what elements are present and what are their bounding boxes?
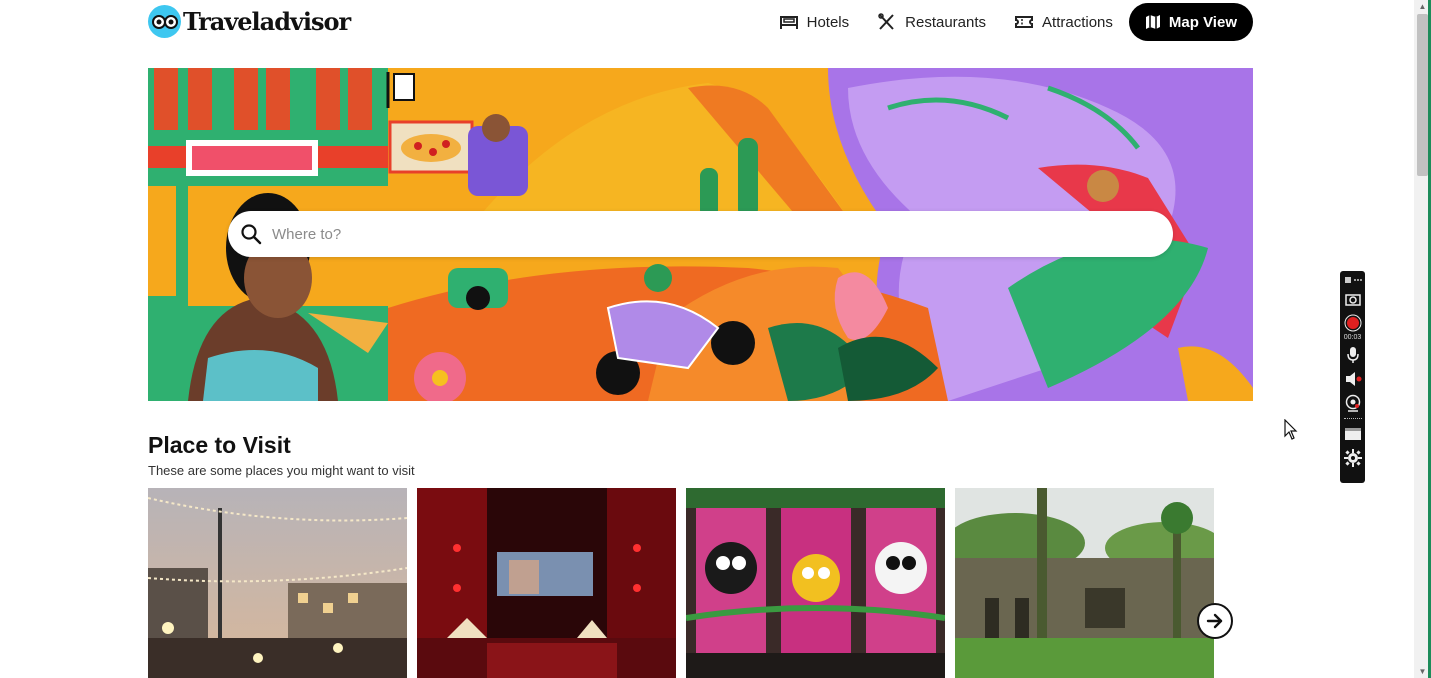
screen-select-button[interactable] <box>1343 423 1363 445</box>
scroll-up-arrow-icon[interactable]: ▲ <box>1418 2 1427 11</box>
header: Traveladvisor Hotels Restaurants Attract… <box>148 0 1253 45</box>
place-card[interactable] <box>686 488 945 678</box>
speaker-icon <box>1345 372 1361 386</box>
webcam-button[interactable] <box>1343 392 1363 414</box>
system-audio-button[interactable] <box>1343 368 1363 390</box>
recorder-menu[interactable] <box>1343 274 1363 286</box>
nav-attractions[interactable]: Attractions <box>1000 3 1127 41</box>
logo-text: Traveladvisor <box>183 7 351 36</box>
nav-restaurants-label: Restaurants <box>905 13 987 31</box>
scroll-thumb[interactable] <box>1417 14 1428 176</box>
hero-banner <box>148 68 1253 401</box>
place-card[interactable] <box>955 488 1214 678</box>
map-icon <box>1145 15 1160 29</box>
webcam-icon <box>1345 394 1360 412</box>
place-image <box>686 488 945 678</box>
place-image <box>417 488 676 678</box>
nav-hotels[interactable]: Hotels <box>765 3 864 41</box>
page: Traveladvisor Hotels Restaurants Attract… <box>0 0 1431 678</box>
window-icon <box>1344 428 1361 440</box>
settings-button[interactable] <box>1343 447 1363 469</box>
section-subtitle: These are some places you might want to … <box>148 463 415 478</box>
search-bar[interactable] <box>228 211 1173 257</box>
search-icon <box>241 224 262 245</box>
scroll-down-arrow-icon[interactable]: ▼ <box>1418 667 1427 676</box>
map-view-button[interactable]: Map View <box>1128 3 1253 41</box>
microphone-button[interactable] <box>1343 344 1363 366</box>
owl-logo-icon <box>148 5 181 38</box>
places-carousel <box>148 488 1215 678</box>
dots-icon <box>1344 277 1362 283</box>
place-card[interactable] <box>417 488 676 678</box>
mouse-cursor-icon <box>1284 419 1298 440</box>
logo[interactable]: Traveladvisor <box>148 5 351 38</box>
microphone-icon <box>1346 347 1359 363</box>
section-title: Place to Visit <box>148 432 291 458</box>
record-button[interactable] <box>1343 312 1363 334</box>
place-image <box>148 488 407 678</box>
carousel-next-button[interactable] <box>1197 603 1233 639</box>
map-view-label: Map View <box>1168 13 1237 31</box>
cutlery-icon <box>878 13 894 30</box>
place-card[interactable] <box>148 488 407 678</box>
nav-attractions-label: Attractions <box>1042 13 1113 31</box>
nav-restaurants[interactable]: Restaurants <box>863 3 1000 41</box>
search-input[interactable] <box>272 225 1122 243</box>
recording-timer: 00:03 <box>1343 334 1362 341</box>
main-nav: Hotels Restaurants Attractions Map View <box>765 3 1253 41</box>
arrow-right-icon <box>1206 613 1223 629</box>
record-icon <box>1344 314 1361 332</box>
place-image <box>955 488 1214 678</box>
ticket-icon <box>1015 16 1034 28</box>
toolbar-divider <box>1343 418 1362 419</box>
camera-icon <box>1344 294 1361 306</box>
nav-hotels-label: Hotels <box>806 13 850 31</box>
bed-icon <box>779 16 798 29</box>
screenshot-button[interactable] <box>1343 288 1363 310</box>
gear-icon <box>1343 449 1362 467</box>
screen-recorder-toolbar: 00:03 <box>1340 271 1365 483</box>
